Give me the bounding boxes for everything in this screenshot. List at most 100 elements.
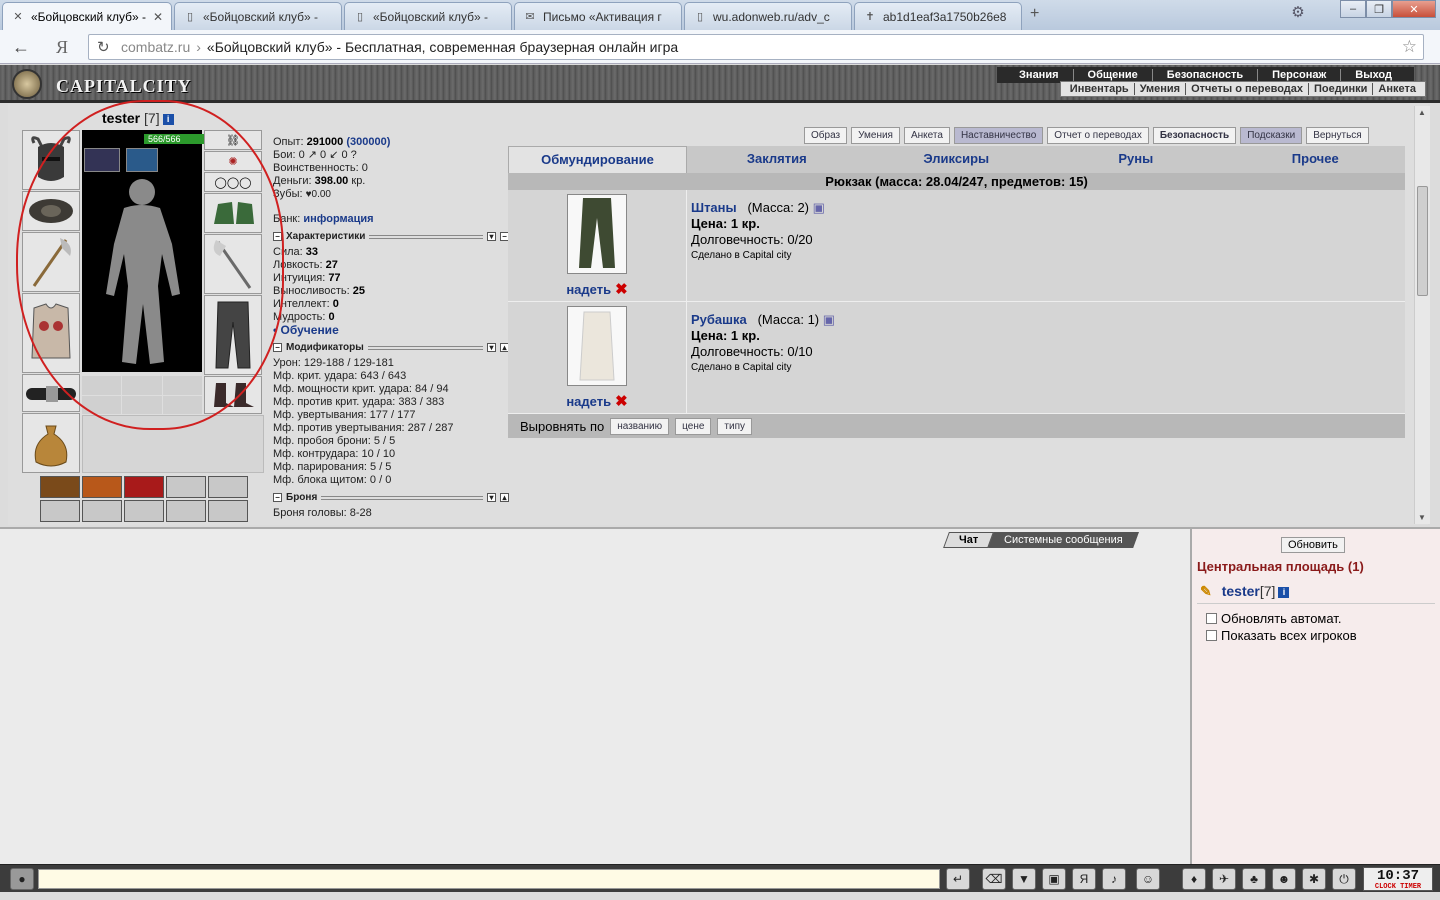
sort-by-name-button[interactable]: названию (610, 417, 670, 435)
settings-gear-icon[interactable]: ⚙ (1288, 3, 1308, 21)
left-weapon-slot[interactable] (22, 232, 80, 292)
info-icon[interactable]: i (1278, 587, 1290, 598)
browser-tab-2[interactable]: ▯ «Бойцовский клуб» - (174, 2, 342, 30)
show-all-players-checkbox[interactable]: Показать всех игроков (1206, 628, 1357, 643)
tab-runes[interactable]: Руны (1046, 146, 1226, 173)
submenu-skills[interactable]: Умения (1135, 83, 1187, 95)
menu-character[interactable]: Персонаж (1258, 69, 1342, 81)
legs-slot[interactable] (204, 295, 262, 375)
helmet-slot[interactable] (22, 130, 80, 190)
browser-tab-1[interactable]: ✕ «Бойцовский клуб» - ✕ (2, 2, 172, 30)
reload-icon[interactable]: ↻ (97, 38, 110, 56)
empty-belt-slot[interactable] (166, 476, 206, 498)
tab-other[interactable]: Прочее (1226, 146, 1406, 173)
browser-tab-6[interactable]: ✝ ab1d1eaf3a1750b26e8 (854, 2, 1022, 30)
empty-slot[interactable] (162, 376, 202, 395)
empty-slot[interactable] (122, 395, 162, 414)
empty-belt-slot[interactable] (208, 476, 248, 498)
scroll-down-icon[interactable]: ▼ (1418, 513, 1426, 522)
boots-slot[interactable] (204, 376, 262, 414)
eraser-icon[interactable]: ⌫ (982, 868, 1006, 890)
info-icon[interactable]: i (162, 114, 174, 125)
page-scrollbar[interactable]: ▲ ▼ (1414, 106, 1430, 524)
menu-exit[interactable]: Выход (1341, 69, 1406, 81)
online-user[interactable]: ✎ tester[7] i (1200, 583, 1290, 600)
browser-tab-3[interactable]: ▯ «Бойцовский клуб» - (344, 2, 512, 30)
section-armor[interactable]: − Броня ▾ ▴ (273, 491, 513, 504)
scroll-thumb[interactable] (1417, 186, 1428, 296)
empty-belt-slot[interactable] (40, 500, 80, 522)
people-icon[interactable]: ☻ (1272, 868, 1296, 890)
gloves-slot[interactable] (204, 193, 262, 233)
mentoring-button[interactable]: Наставничество (953, 127, 1044, 144)
security-button[interactable]: Безопасность (1152, 127, 1237, 144)
close-window-button[interactable]: ✕ (1392, 0, 1436, 18)
collapse-icon[interactable]: − (273, 493, 282, 502)
submenu-profile[interactable]: Анкета (1373, 83, 1421, 95)
bookmark-star-icon[interactable]: ☆ (1402, 37, 1417, 57)
collapse-icon[interactable]: − (273, 232, 282, 241)
refresh-button[interactable]: Обновить (1281, 537, 1345, 553)
bank-info-link[interactable]: информация (303, 213, 373, 225)
tab-elixirs[interactable]: Эликсиры (867, 146, 1047, 173)
menu-communication[interactable]: Общение (1074, 69, 1153, 81)
empty-belt-slot[interactable] (166, 500, 206, 522)
smile-icon[interactable]: ☺ (1136, 868, 1160, 890)
browser-tab-5[interactable]: ▯ wu.adonweb.ru/adv_c (684, 2, 852, 30)
submenu-inventory[interactable]: Инвентарь (1065, 83, 1135, 95)
close-tab-icon[interactable]: ✕ (153, 10, 163, 24)
empty-belt-slot[interactable] (208, 500, 248, 522)
tab-equipment[interactable]: Обмундирование (508, 146, 687, 173)
dropdown-icon[interactable]: ▾ (487, 493, 496, 502)
dropdown-icon[interactable]: ▾ (487, 343, 496, 352)
chat-input[interactable] (38, 869, 940, 889)
collapse-icon[interactable]: − (273, 343, 282, 352)
section-characteristics[interactable]: − Характеристики ▾ − (273, 230, 513, 243)
bug-icon[interactable]: ✱ (1302, 868, 1326, 890)
empty-slot[interactable] (82, 395, 122, 414)
item-name[interactable]: Рубашка (691, 312, 747, 327)
save-icon[interactable]: ▣ (1042, 868, 1066, 890)
empty-belt-slot[interactable] (124, 500, 164, 522)
belt-item[interactable] (124, 476, 164, 498)
sort-by-type-button[interactable]: типу (717, 417, 753, 435)
belt-item[interactable] (82, 476, 122, 498)
empty-slot[interactable] (122, 376, 162, 395)
empty-pocket-slots[interactable] (82, 415, 264, 473)
empty-belt-slot[interactable] (82, 500, 122, 522)
scroll-up-icon[interactable]: ▲ (1418, 108, 1426, 117)
buff-icon[interactable] (126, 148, 158, 172)
return-button[interactable]: Вернуться (1306, 127, 1369, 144)
amulet-slot[interactable]: ⛓ (204, 130, 262, 150)
expand-icon[interactable]: ▴ (500, 493, 509, 502)
wear-item-link[interactable]: надеть ✖ (566, 392, 627, 410)
browser-tab-4[interactable]: ✉ Письмо «Активация г (514, 2, 682, 30)
dropdown-icon[interactable]: ▾ (487, 232, 496, 241)
drop-item-icon[interactable]: ✖ (615, 281, 628, 298)
belt-item[interactable] (40, 476, 80, 498)
wear-item-link[interactable]: надеть ✖ (566, 280, 627, 298)
right-weapon-slot[interactable] (204, 234, 262, 294)
tab-chat[interactable]: Чат (943, 532, 995, 548)
armor-slot[interactable] (22, 293, 80, 373)
exit-icon[interactable]: ⏻ (1332, 868, 1356, 890)
menu-security[interactable]: Безопасность (1153, 69, 1259, 81)
gift-box-icon[interactable]: ▣ (813, 200, 825, 215)
tab-spells[interactable]: Заклятия (687, 146, 867, 173)
filter-icon[interactable]: ▼ (1012, 868, 1036, 890)
hints-button[interactable]: Подсказки (1240, 127, 1303, 144)
training-link[interactable]: • Обучение (273, 324, 513, 337)
empty-slot[interactable] (82, 376, 122, 395)
rings-slot[interactable]: ◯◯◯ (204, 172, 262, 192)
empty-slot[interactable] (162, 395, 202, 414)
drop-item-icon[interactable]: ✖ (615, 393, 628, 410)
minimize-button[interactable]: – (1340, 0, 1366, 18)
address-field[interactable]: ↻ combatz.ru › «Бойцовский клуб» - Беспл… (88, 34, 1424, 60)
menu-knowledge[interactable]: Знания (1005, 69, 1074, 81)
bag-icon[interactable]: ♦ (1182, 868, 1206, 890)
gift-box-icon[interactable]: ▣ (823, 312, 835, 327)
map-icon[interactable]: ✈ (1212, 868, 1236, 890)
smiley-toggle-icon[interactable]: ● (10, 868, 34, 890)
new-tab-button[interactable]: + (1030, 5, 1039, 23)
submenu-fights[interactable]: Поединки (1309, 83, 1374, 95)
